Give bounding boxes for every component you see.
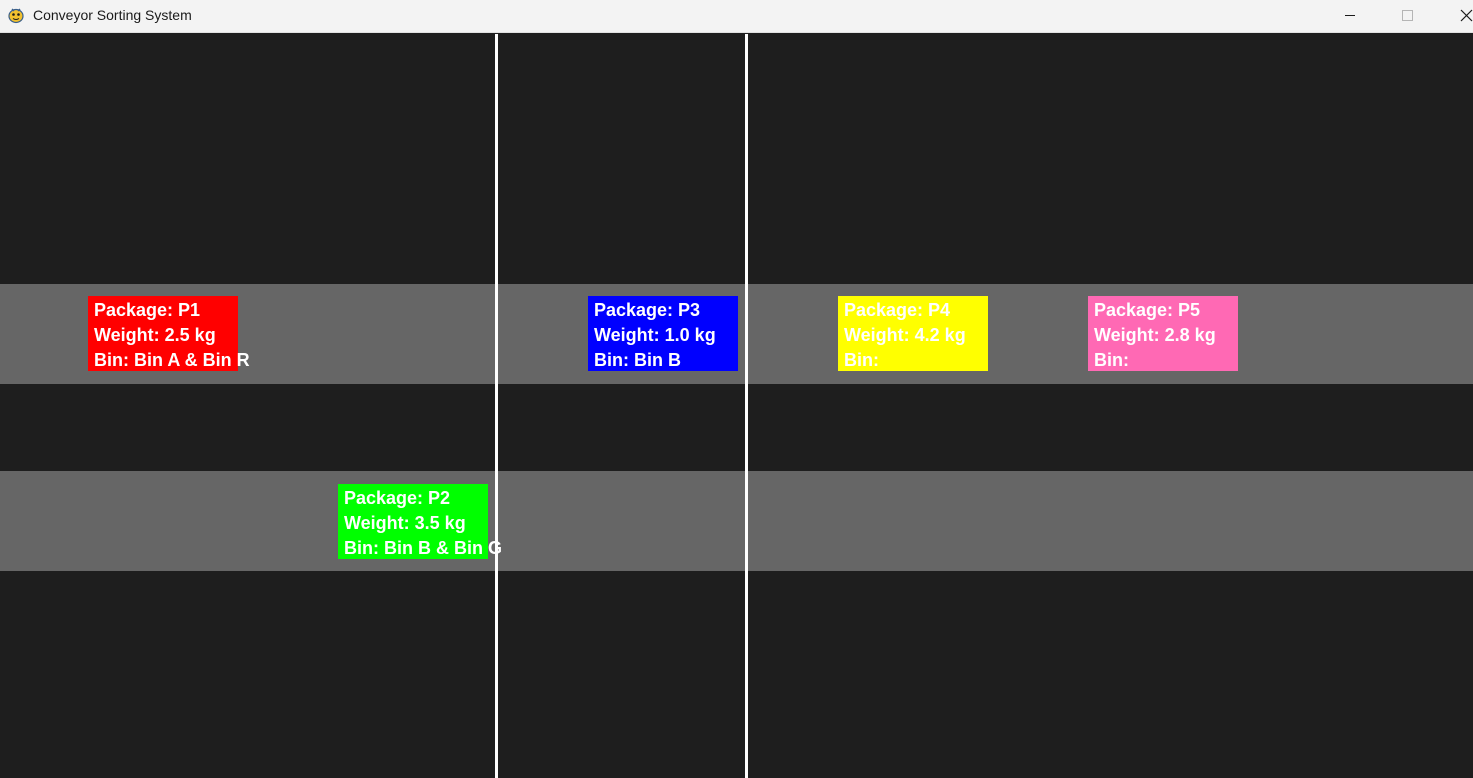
app-window: Conveyor Sorting System Package: P1 Weig… [0, 0, 1473, 778]
package-weight-text: Weight: 3.5 kg [344, 513, 466, 533]
package-bin-text: Bin: Bin B [594, 350, 681, 370]
package-p5-label: Package: P5 Weight: 2.8 kg Bin: [1088, 298, 1216, 373]
package-name-text: Package: P5 [1094, 300, 1201, 320]
conveyor-belt-2 [0, 471, 1473, 571]
close-button[interactable] [1442, 0, 1473, 32]
package-p4-label: Package: P4 Weight: 4.2 kg Bin: [838, 298, 966, 373]
package-bin-text: Bin: [1094, 350, 1129, 370]
close-icon [1460, 9, 1473, 22]
pygame-snake-icon [7, 6, 25, 24]
simulation-canvas: Package: P1 Weight: 2.5 kg Bin: Bin A & … [0, 34, 1473, 778]
sorting-gate-line-1 [495, 34, 498, 778]
minimize-icon [1345, 15, 1355, 16]
package-weight-text: Weight: 2.5 kg [94, 325, 216, 345]
package-name-text: Package: P4 [844, 300, 951, 320]
package-bin-text: Bin: [844, 350, 879, 370]
package-p1-label: Package: P1 Weight: 2.5 kg Bin: Bin A & … [88, 298, 250, 373]
package-name-text: Package: P3 [594, 300, 701, 320]
package-name-text: Package: P1 [94, 300, 201, 320]
window-title: Conveyor Sorting System [33, 7, 192, 23]
package-weight-text: Weight: 1.0 kg [594, 325, 716, 345]
package-name-text: Package: P2 [344, 488, 451, 508]
maximize-button[interactable] [1384, 0, 1430, 32]
package-bin-text: Bin: Bin A & Bin R [94, 350, 250, 370]
minimize-button[interactable] [1327, 0, 1373, 32]
package-p3-label: Package: P3 Weight: 1.0 kg Bin: Bin B [588, 298, 716, 373]
package-weight-text: Weight: 4.2 kg [844, 325, 966, 345]
package-bin-text: Bin: Bin B & Bin G [344, 538, 502, 558]
package-weight-text: Weight: 2.8 kg [1094, 325, 1216, 345]
maximize-icon [1402, 10, 1413, 21]
package-p2-label: Package: P2 Weight: 3.5 kg Bin: Bin B & … [338, 486, 502, 561]
title-bar: Conveyor Sorting System [0, 0, 1473, 33]
sorting-gate-line-2 [745, 34, 748, 778]
